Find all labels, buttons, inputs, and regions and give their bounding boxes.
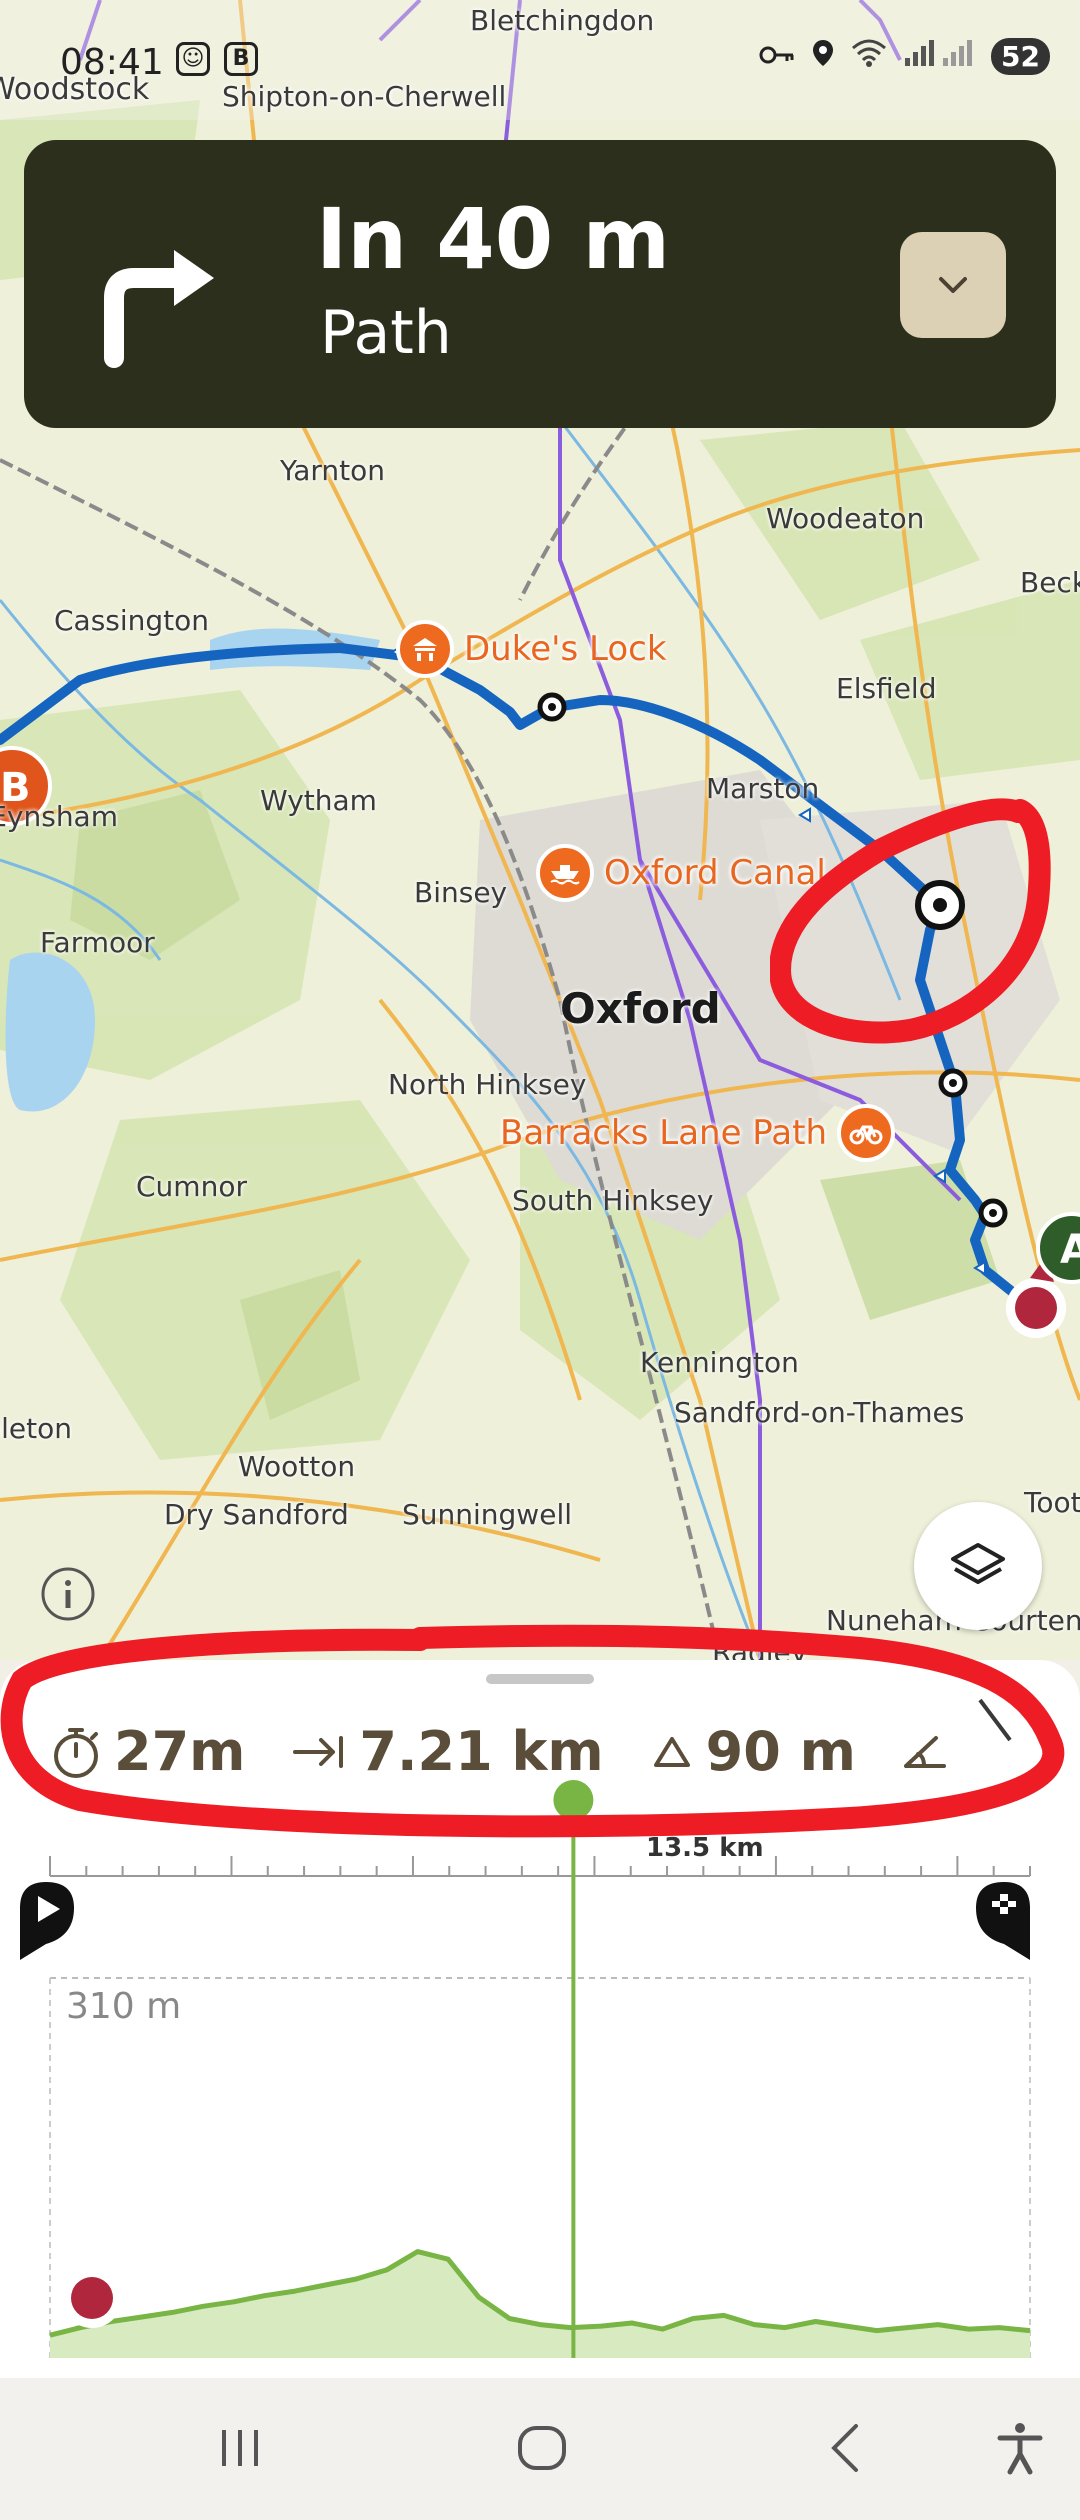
ascent-triangle-icon bbox=[653, 1736, 690, 1767]
battery-indicator: 52 bbox=[991, 38, 1050, 75]
place-label: Sandford-on-Thames bbox=[674, 1396, 965, 1429]
notification-b-icon: B bbox=[224, 42, 258, 76]
place-label: Dry Sandford bbox=[164, 1498, 349, 1531]
poi-dukes-lock[interactable]: Duke's Lock bbox=[396, 620, 667, 678]
distance-stat: 7.21 km bbox=[291, 1720, 604, 1783]
route-stats: 27m 7.21 km 90 m bbox=[50, 1720, 996, 1783]
place-label: South Hinksey bbox=[512, 1184, 714, 1217]
place-label: Toot Baldon bbox=[1024, 1486, 1080, 1519]
turn-street-name: Path bbox=[320, 298, 452, 368]
ascent-value: 90 m bbox=[705, 1720, 856, 1783]
distance-arrow-icon bbox=[293, 1735, 344, 1768]
place-label: Binsey bbox=[414, 876, 508, 909]
bicycle-icon bbox=[837, 1104, 896, 1162]
chevron-down-icon bbox=[939, 277, 967, 293]
map-info-button[interactable] bbox=[40, 1566, 96, 1622]
start-location-marker bbox=[62, 2268, 122, 2328]
duration-stat: 27m bbox=[50, 1720, 245, 1783]
distance-tick-label: 13.5 km bbox=[646, 1833, 764, 1863]
ascent-stat: 90 m bbox=[650, 1720, 856, 1783]
turn-distance: In 40 m bbox=[316, 190, 670, 288]
poi-oxford-canal[interactable]: Oxford Canal bbox=[536, 844, 826, 902]
place-label: Bletchingdon bbox=[470, 4, 655, 37]
route-details-sheet[interactable]: 13.5 km 310 m 60 m 27m bbox=[0, 1624, 1080, 2378]
slope-angle-icon bbox=[903, 1735, 946, 1768]
place-label: Beckley bbox=[1020, 566, 1080, 599]
key-icon bbox=[759, 40, 795, 73]
system-navigation-bar bbox=[0, 2378, 1080, 2520]
back-button[interactable] bbox=[816, 2418, 876, 2478]
stopwatch-icon bbox=[54, 1727, 98, 1778]
place-label: Kennington bbox=[640, 1346, 799, 1379]
route-finish-icon bbox=[976, 1882, 1030, 1960]
lock-gate-icon bbox=[396, 620, 454, 678]
place-label: Wootton bbox=[238, 1450, 356, 1483]
poi-label: Duke's Lock bbox=[464, 629, 667, 669]
layers-icon bbox=[951, 1543, 1005, 1584]
status-time: 08:41 bbox=[60, 42, 164, 83]
elevation-max-label: 310 m bbox=[66, 1986, 181, 2027]
signal-icon bbox=[903, 38, 975, 75]
elevation-area bbox=[50, 2251, 1030, 2358]
home-button[interactable] bbox=[512, 2418, 572, 2478]
map-layers-button[interactable] bbox=[914, 1502, 1042, 1630]
status-bar: 08:41 ☺ B 52 bbox=[0, 38, 1080, 88]
place-label: Marston bbox=[706, 772, 820, 805]
distance-value: 7.21 km bbox=[359, 1720, 604, 1783]
place-label: Yarnton bbox=[280, 454, 386, 487]
accessibility-icon[interactable] bbox=[990, 2418, 1050, 2478]
place-label: Appleton bbox=[0, 1412, 72, 1445]
place-label: Wytham bbox=[260, 784, 377, 817]
info-icon bbox=[41, 1567, 95, 1621]
boat-icon bbox=[536, 844, 594, 902]
svg-text:A: A bbox=[1060, 1227, 1080, 1273]
place-label: Elsfield bbox=[836, 672, 937, 705]
place-label: Cassington bbox=[54, 604, 210, 637]
place-label: Cumnor bbox=[136, 1170, 247, 1203]
recent-apps-button[interactable] bbox=[210, 2418, 270, 2478]
route-start-icon bbox=[20, 1882, 74, 1960]
turn-right-arrow-icon bbox=[104, 250, 214, 368]
slope-stat bbox=[902, 1732, 950, 1772]
poi-label: Barracks Lane Path bbox=[500, 1113, 828, 1153]
place-label: Farmoor bbox=[40, 926, 155, 959]
place-label: Sunningwell bbox=[402, 1498, 572, 1531]
current-position-dot[interactable] bbox=[553, 1780, 594, 1820]
place-label: Eynsham bbox=[0, 800, 118, 833]
place-label: North Hinksey bbox=[388, 1068, 587, 1101]
turn-instruction-card[interactable]: In 40 m Path bbox=[24, 140, 1056, 428]
location-icon bbox=[811, 38, 835, 75]
place-label: Woodeaton bbox=[766, 502, 925, 535]
wifi-icon bbox=[851, 38, 887, 75]
poi-label: Oxford Canal bbox=[604, 853, 826, 893]
duration-value: 27m bbox=[114, 1720, 246, 1783]
city-label: Oxford bbox=[560, 984, 721, 1033]
face-icon: ☺ bbox=[176, 42, 210, 76]
poi-barracks-lane-path[interactable]: Barracks Lane Path bbox=[500, 1104, 896, 1162]
expand-instructions-button[interactable] bbox=[900, 232, 1006, 338]
